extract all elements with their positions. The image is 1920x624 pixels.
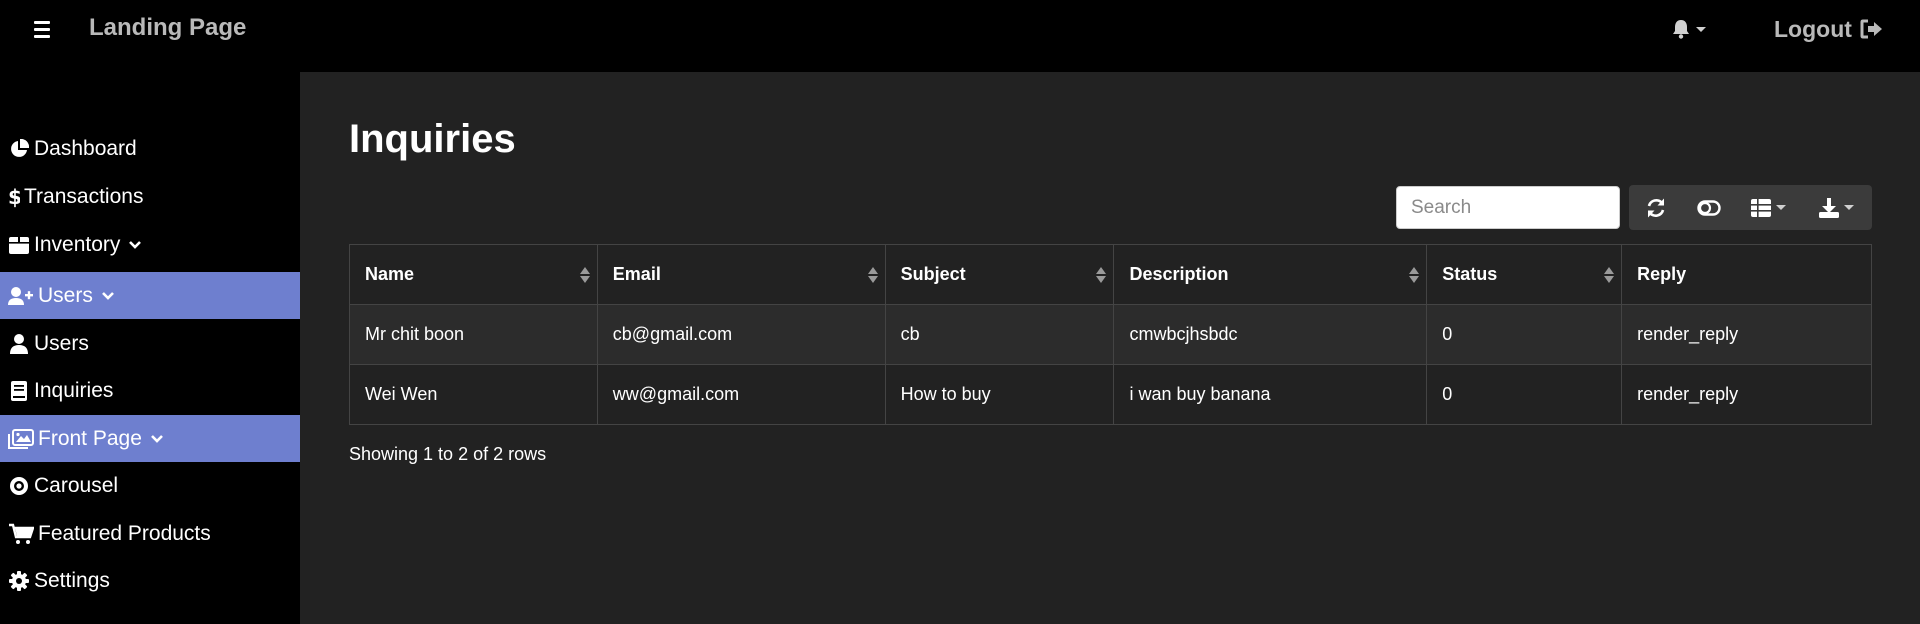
inquiries-table: Name Email Subject Description Status Re… — [349, 244, 1872, 425]
toggle-view-button[interactable] — [1683, 185, 1735, 230]
compact-disc-icon — [8, 475, 30, 497]
sidebar-item-carousel[interactable]: Carousel — [0, 462, 300, 509]
sidebar-item-settings[interactable]: Settings — [0, 557, 300, 604]
sort-icon — [867, 266, 878, 283]
sidebar-item-users[interactable]: Users — [0, 320, 300, 367]
sidebar: Dashboard $ Transactions Inventory Users… — [0, 72, 300, 624]
table-toolbar — [1629, 185, 1872, 230]
sidebar-item-label: Carousel — [34, 473, 119, 497]
notifications-dropdown[interactable] — [1672, 16, 1716, 42]
book-icon — [8, 380, 30, 402]
logout-label: Logout — [1774, 15, 1852, 42]
user-plus-icon — [8, 285, 34, 307]
search-input[interactable] — [1396, 186, 1620, 229]
brand-link[interactable]: Landing Page — [89, 14, 246, 42]
sidebar-item-front-page[interactable]: Front Page — [0, 415, 300, 462]
sidebar-item-label: Users — [38, 283, 93, 307]
sort-icon — [1604, 266, 1615, 283]
column-header-reply: Reply — [1621, 244, 1872, 305]
gear-icon — [8, 570, 30, 592]
sidebar-item-label: Featured Products — [38, 521, 211, 545]
sign-out-icon — [1860, 19, 1882, 39]
table-row: Wei Wen ww@gmail.com How to buy i wan bu… — [349, 364, 1872, 425]
page-title: Inquiries — [349, 117, 516, 161]
cell-email: ww@gmail.com — [596, 364, 886, 425]
cell-subject: cb — [884, 304, 1115, 365]
hamburger-menu-icon[interactable] — [34, 18, 56, 40]
cell-email: cb@gmail.com — [596, 304, 886, 365]
table-row: Mr chit boon cb@gmail.com cb cmwbcjhsbdc… — [349, 304, 1872, 365]
sidebar-item-users-group[interactable]: Users — [0, 272, 300, 319]
sidebar-item-transactions[interactable]: $ Transactions — [0, 173, 300, 220]
cart-icon — [8, 523, 34, 545]
columns-dropdown-button[interactable] — [1735, 185, 1801, 230]
chevron-down-icon — [1775, 205, 1786, 210]
column-header-subject[interactable]: Subject — [884, 244, 1115, 305]
chevron-down-icon — [150, 434, 164, 444]
sort-icon — [1409, 266, 1420, 283]
dollar-icon: $ — [8, 186, 20, 208]
cell-reply: render_reply — [1621, 304, 1872, 365]
cell-name: Mr chit boon — [349, 304, 598, 365]
sidebar-item-inquiries[interactable]: Inquiries — [0, 367, 300, 414]
column-header-status[interactable]: Status — [1426, 244, 1623, 305]
sidebar-item-featured-products[interactable]: Featured Products — [0, 510, 300, 557]
sidebar-item-label: Settings — [34, 568, 110, 592]
sidebar-item-label: Transactions — [24, 184, 144, 208]
table-header-row: Name Email Subject Description Status Re… — [349, 244, 1872, 305]
cell-description: i wan buy banana — [1113, 364, 1428, 425]
cell-subject: How to buy — [884, 364, 1115, 425]
table-columns-icon — [1750, 198, 1771, 217]
cell-status: 0 — [1426, 304, 1623, 365]
logout-button[interactable]: Logout — [1774, 14, 1884, 44]
sidebar-item-label: Inquiries — [34, 378, 114, 402]
sidebar-item-label: Front Page — [38, 426, 142, 450]
chevron-down-icon — [128, 240, 142, 250]
cell-status: 0 — [1426, 364, 1623, 425]
box-icon — [8, 234, 30, 256]
sidebar-item-label: Users — [34, 331, 89, 355]
cell-description: cmwbcjhsbdc — [1113, 304, 1428, 365]
bell-icon — [1673, 20, 1689, 39]
sidebar-item-label: Dashboard — [34, 136, 137, 160]
download-icon — [1819, 197, 1839, 218]
column-header-description[interactable]: Description — [1113, 244, 1428, 305]
pie-chart-icon — [8, 138, 30, 160]
images-icon — [8, 428, 34, 450]
export-dropdown-button[interactable] — [1801, 185, 1872, 230]
sort-icon — [579, 266, 590, 283]
column-header-name[interactable]: Name — [349, 244, 598, 305]
pagination-summary: Showing 1 to 2 of 2 rows — [349, 444, 547, 464]
user-icon — [8, 333, 30, 355]
column-header-email[interactable]: Email — [596, 244, 886, 305]
refresh-icon — [1647, 198, 1665, 217]
sidebar-item-dashboard[interactable]: Dashboard — [0, 125, 300, 172]
chevron-down-icon — [1696, 26, 1706, 32]
sidebar-item-inventory[interactable]: Inventory — [0, 221, 300, 268]
sidebar-item-label: Inventory — [34, 232, 121, 256]
svg-text:$: $ — [8, 186, 20, 208]
toggle-icon — [1697, 199, 1721, 216]
refresh-button[interactable] — [1629, 185, 1683, 230]
top-navbar: Landing Page Logout — [0, 0, 1920, 72]
cell-name: Wei Wen — [349, 364, 598, 425]
chevron-down-icon — [1844, 205, 1854, 210]
cell-reply: render_reply — [1621, 364, 1872, 425]
chevron-down-icon — [101, 291, 115, 301]
sort-icon — [1096, 266, 1107, 283]
main-content: Inquiries Search Name Email Subject Desc… — [300, 72, 1920, 624]
